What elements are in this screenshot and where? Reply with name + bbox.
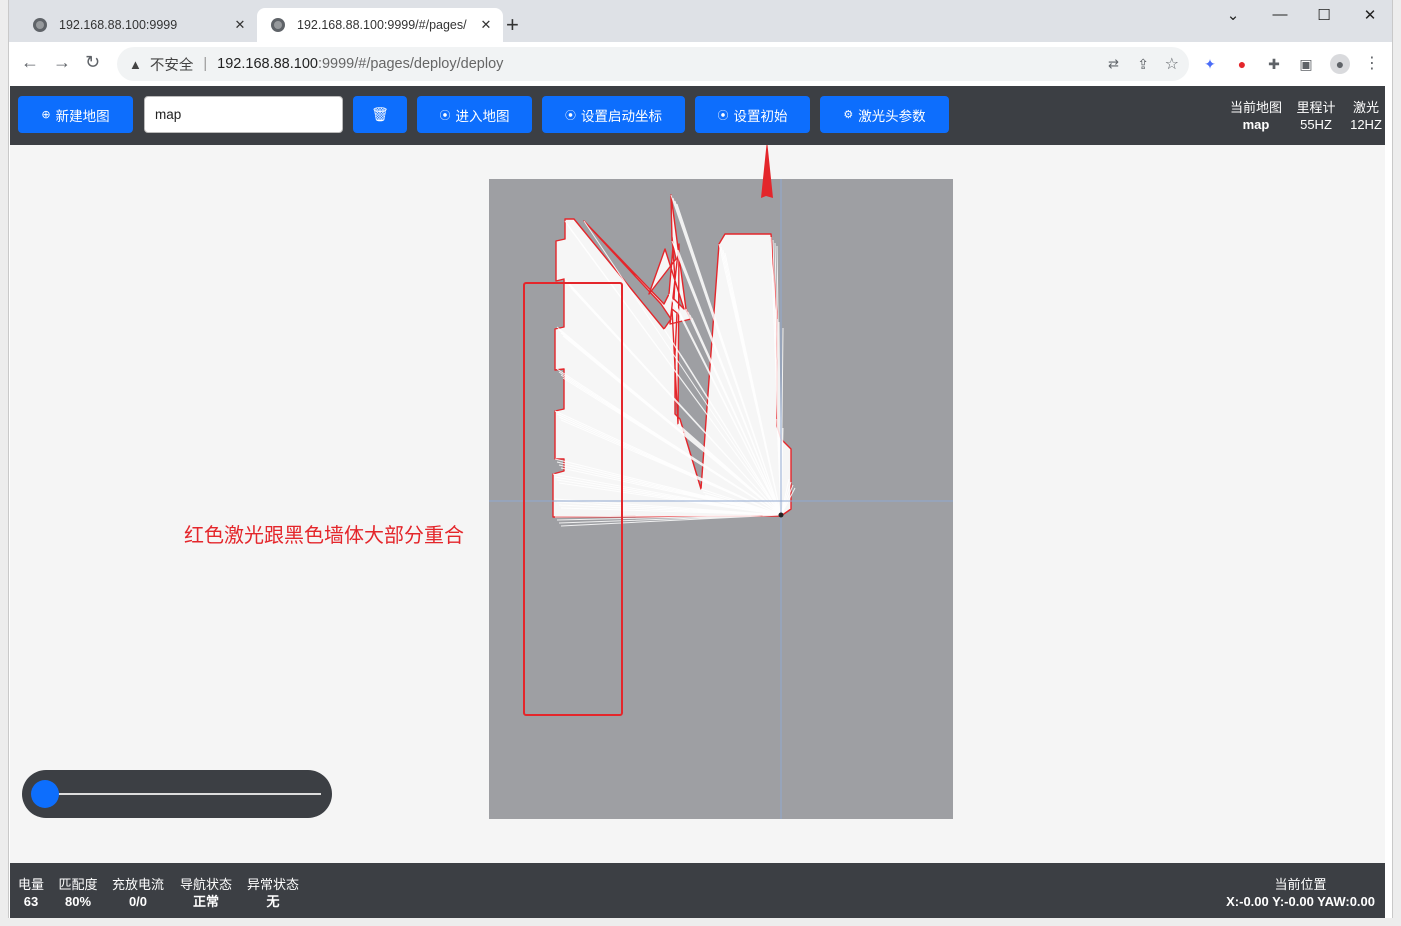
globe-icon xyxy=(33,18,47,32)
warning-icon: ▲ xyxy=(129,56,142,72)
position-label: 当前位置 xyxy=(1274,877,1327,892)
robot-marker xyxy=(778,512,784,518)
match-value: 80% xyxy=(64,894,92,909)
location-pin-icon: ⦿ xyxy=(439,109,451,122)
error-status: 异常状态 无 xyxy=(246,876,300,910)
current-value: 0/0 xyxy=(128,894,148,909)
map-viewport: 红色激光跟黑色墙体大部分重合 xyxy=(10,145,1385,863)
share-icon[interactable]: ⇪ xyxy=(1137,56,1149,73)
laser-label: 激光 xyxy=(1352,100,1379,115)
puzzle-icon[interactable]: ✚ xyxy=(1266,56,1282,72)
laser-status: 激光 12HZ xyxy=(1348,99,1384,133)
slider-knob[interactable] xyxy=(31,780,59,808)
side-panel-icon[interactable]: ▣ xyxy=(1298,56,1314,72)
position-value: X:-0.00 Y:-0.00 YAW:0.00 xyxy=(1226,894,1375,909)
url-host: 192.168.88.100 xyxy=(217,56,318,72)
error-value: 无 xyxy=(266,894,280,909)
current-status: 充放电流 0/0 xyxy=(111,876,165,910)
close-tab-icon[interactable]: ✕ xyxy=(229,17,251,33)
browser-tab-1[interactable]: 192.168.88.100:9999 ✕ xyxy=(19,8,257,42)
bookmark-star-icon[interactable]: ☆ xyxy=(1165,54,1179,74)
plus-circle-icon: ⊕ xyxy=(41,109,51,121)
laser-value: 12HZ xyxy=(1350,117,1382,132)
occupancy-map[interactable] xyxy=(489,179,953,819)
error-label: 异常状态 xyxy=(246,877,299,892)
map-name-input[interactable]: map xyxy=(144,96,343,133)
menu-icon[interactable]: ⋮ xyxy=(1364,56,1380,72)
current-label: 充放电流 xyxy=(111,877,164,892)
profile-avatar[interactable]: ● xyxy=(1330,54,1350,74)
new-map-button[interactable]: ⊕ 新建地图 xyxy=(18,96,133,133)
tab-title: 192.168.88.100:9999 xyxy=(59,18,178,32)
close-tab-icon[interactable]: ✕ xyxy=(475,17,497,33)
security-label: 不安全 xyxy=(149,57,194,74)
current-map-value: map xyxy=(1242,117,1270,132)
browser-toolbar: ← → ↻ ▲ 不安全 | 192.168.88.100 :9999/#/pag… xyxy=(9,42,1392,86)
battery-status: 电量 63 xyxy=(18,876,44,910)
odometer-label: 里程计 xyxy=(1296,100,1336,115)
reload-icon[interactable]: ↻ xyxy=(85,52,100,73)
divider: | xyxy=(203,56,208,72)
new-map-label: 新建地图 xyxy=(55,108,110,124)
delete-map-button[interactable]: 🗑 xyxy=(353,96,407,133)
close-window-button[interactable]: ✕ xyxy=(1355,6,1385,26)
set-start-coordinate-label: 设置启动坐标 xyxy=(581,108,662,124)
minimize-button[interactable]: — xyxy=(1265,6,1295,26)
set-initial-button[interactable]: ⦿ 设置初始 xyxy=(695,96,810,133)
extension-icon[interactable]: ✦ xyxy=(1202,56,1218,72)
slider-track xyxy=(46,793,321,795)
current-map-label: 当前地图 xyxy=(1229,100,1282,115)
battery-value: 63 xyxy=(23,894,39,909)
maximize-button[interactable]: ☐ xyxy=(1309,6,1339,26)
navigation-value: 正常 xyxy=(192,894,219,909)
match-status: 匹配度 80% xyxy=(58,876,98,910)
location-pin-icon: ⦿ xyxy=(717,109,729,122)
address-bar[interactable]: ▲ 不安全 | 192.168.88.100 :9999/#/pages/dep… xyxy=(117,47,1189,81)
laser-params-button[interactable]: ⚙ 激光头参数 xyxy=(820,96,949,133)
tab-strip: 192.168.88.100:9999 ✕ 192.168.88.100:999… xyxy=(9,0,1392,42)
odometer-status: 里程计 55HZ xyxy=(1294,99,1338,133)
forward-icon[interactable]: → xyxy=(53,52,71,73)
navigation-label: 导航状态 xyxy=(179,877,232,892)
enter-map-button[interactable]: ⦿ 进入地图 xyxy=(417,96,532,133)
battery-label: 电量 xyxy=(18,877,45,892)
position-status: 当前位置 X:-0.00 Y:-0.00 YAW:0.00 xyxy=(1226,876,1375,910)
odometer-value: 55HZ xyxy=(1300,117,1332,132)
laser-params-label: 激光头参数 xyxy=(858,108,926,124)
set-start-coordinate-button[interactable]: ⦿ 设置启动坐标 xyxy=(542,96,685,133)
enter-map-label: 进入地图 xyxy=(455,108,510,124)
tab-search-icon[interactable]: ⌄ xyxy=(1218,6,1248,26)
back-icon[interactable]: ← xyxy=(21,52,39,73)
url-path: :9999/#/pages/deploy/deploy xyxy=(317,56,504,72)
extension-chat-icon[interactable]: ● xyxy=(1234,56,1250,72)
new-tab-button[interactable]: + xyxy=(506,14,519,36)
gear-icon: ⚙ xyxy=(843,109,854,121)
navigation-status: 导航状态 正常 xyxy=(179,876,233,910)
translate-icon[interactable]: ⇄ xyxy=(1108,56,1119,72)
set-initial-label: 设置初始 xyxy=(733,108,788,124)
match-label: 匹配度 xyxy=(58,877,98,892)
globe-icon xyxy=(271,18,285,32)
status-bar: 电量 63 匹配度 80% 充放电流 0/0 导航状态 正常 异常状态 无 当前… xyxy=(10,863,1385,918)
location-pin-icon: ⦿ xyxy=(565,109,576,122)
tab-title: 192.168.88.100:9999/#/pages/ xyxy=(297,18,467,32)
speed-slider[interactable] xyxy=(22,770,332,818)
app-header: ⊕ 新建地图 map 🗑 ⦿ 进入地图 ⦿ 设置启动坐标 ⦿ 设置初始 ⚙ 激光头参数 当… xyxy=(10,86,1385,145)
annotation-text: 红色激光跟黑色墙体大部分重合 xyxy=(184,525,464,547)
browser-tab-2[interactable]: 192.168.88.100:9999/#/pages/ ✕ xyxy=(257,8,503,42)
trash-icon: 🗑 xyxy=(371,106,389,122)
current-map-status: 当前地图 map xyxy=(1228,99,1284,133)
